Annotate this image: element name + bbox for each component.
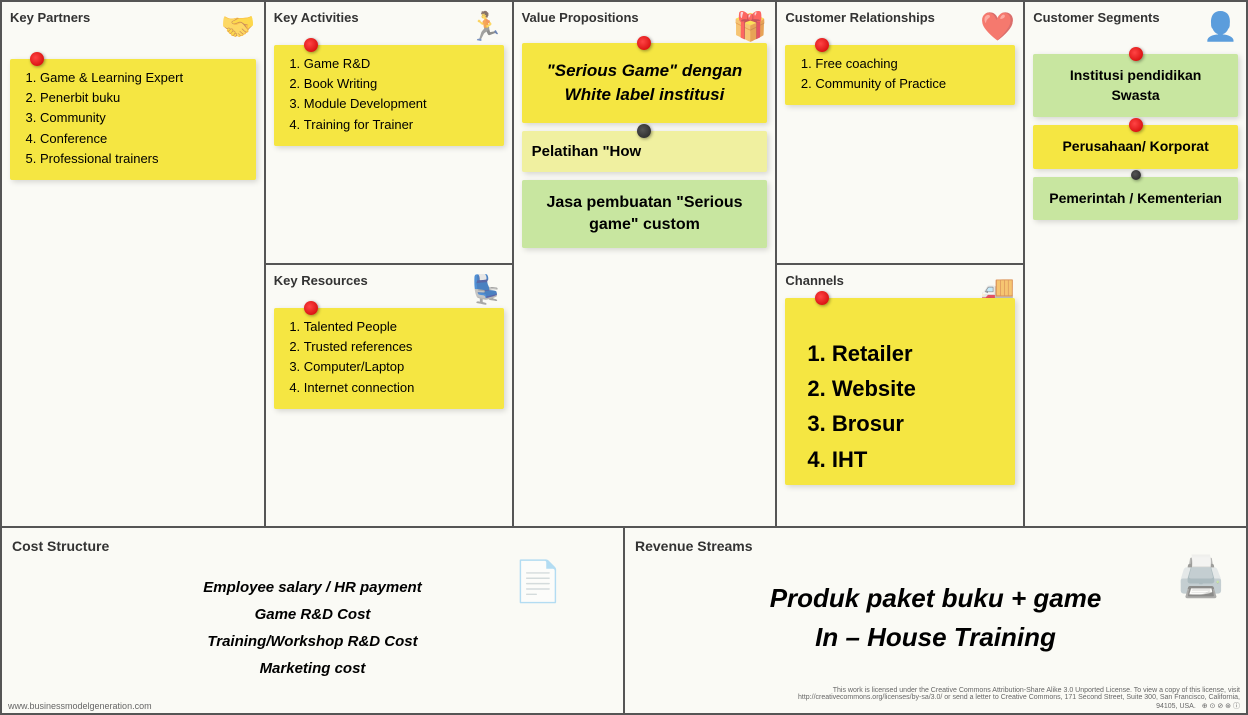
kr-item-1: Talented People	[304, 318, 492, 336]
cost-structure-cell: Cost Structure 📄 Employee salary / HR pa…	[2, 528, 625, 713]
cs-sticky1-wrapper: Institusi pendidikan Swasta	[1033, 54, 1238, 117]
pin-vp2	[637, 124, 651, 138]
key-activities-container: Key Activities 🏃 Game R&D Book Writing M…	[266, 2, 514, 526]
channels-list: 1. Retailer 2. Website 3. Brosur 4. IHT	[797, 336, 1003, 477]
cr-list: Free coaching Community of Practice	[797, 55, 1003, 93]
vp-sticky3-wrapper: Jasa pembuatan "Serious game" custom	[522, 180, 768, 249]
top-section: Key Partners 🤝 Game & Learning Expert Pe…	[2, 2, 1246, 528]
bottom-section: Cost Structure 📄 Employee salary / HR pa…	[2, 528, 1246, 713]
kp-item-4: Conference	[40, 130, 244, 148]
key-resources-icon: 💺	[469, 273, 504, 306]
cost-item-2: Game R&D Cost	[12, 601, 613, 628]
key-resources-list: Talented People Trusted references Compu…	[286, 318, 492, 397]
vp-sticky3: Jasa pembuatan "Serious game" custom	[522, 180, 768, 249]
ch-item-4: 4. IHT	[807, 442, 1003, 477]
vp-stickies: "Serious Game" dengan White label instit…	[522, 43, 768, 248]
pin-cs2	[1129, 118, 1143, 132]
vp-sticky1-wrapper: "Serious Game" dengan White label instit…	[522, 43, 768, 123]
kp-item-2: Penerbit buku	[40, 89, 244, 107]
kp-item-5: Professional trainers	[40, 150, 244, 168]
cs-sticky3: Pemerintah / Kementerian	[1033, 177, 1238, 221]
key-partners-title: Key Partners	[10, 10, 256, 25]
revenue-streams-title: Revenue Streams	[635, 538, 1236, 554]
footer-left: www.businessmodelgeneration.com	[8, 701, 152, 711]
footer-right: This work is licensed under the Creative…	[790, 687, 1240, 711]
pin-key-partners	[30, 52, 44, 66]
vp-sticky1: "Serious Game" dengan White label instit…	[522, 43, 768, 123]
channels-sticky-wrapper: 1. Retailer 2. Website 3. Brosur 4. IHT	[785, 298, 1015, 485]
ka-item-4: Training for Trainer	[304, 116, 492, 134]
kr-item-4: Internet connection	[304, 379, 492, 397]
cost-structure-title: Cost Structure	[12, 538, 613, 554]
revenue-items: Produk paket buku + game In – House Trai…	[635, 579, 1236, 657]
key-partners-cell: Key Partners 🤝 Game & Learning Expert Pe…	[2, 2, 266, 526]
value-propositions-cell: Value Propositions 🎁 "Serious Game" deng…	[514, 2, 778, 526]
customer-segments-cell: Customer Segments 👤 Institusi pendidikan…	[1025, 2, 1246, 526]
key-resources-sticky: Talented People Trusted references Compu…	[274, 308, 504, 409]
cr-sticky-wrapper: Free coaching Community of Practice	[785, 45, 1015, 105]
channels-sticky: 1. Retailer 2. Website 3. Brosur 4. IHT	[785, 298, 1015, 485]
footer-right-text: This work is licensed under the Creative…	[798, 687, 1240, 710]
pin-cs1	[1129, 47, 1143, 61]
ch-item-1: 1. Retailer	[807, 336, 1003, 371]
cr-item-2: Community of Practice	[815, 75, 1003, 93]
channels-cell: Channels 🚚 1. Retailer 2. Website 3. Bro…	[777, 265, 1023, 526]
value-propositions-title: Value Propositions	[522, 10, 768, 25]
pin-key-resources	[304, 301, 318, 315]
ch-item-3: 3. Brosur	[807, 406, 1003, 441]
key-resources-cell: Key Resources 💺 Talented People Trusted …	[266, 265, 512, 526]
key-activities-sticky: Game R&D Book Writing Module Development…	[274, 45, 504, 146]
key-partners-icon: 🤝	[221, 10, 256, 43]
key-activities-icon: 🏃	[469, 10, 504, 43]
revenue-item-1: Produk paket buku + game	[635, 579, 1236, 618]
key-activities-sticky-wrapper: Game R&D Book Writing Module Development…	[274, 45, 504, 146]
ka-item-3: Module Development	[304, 95, 492, 113]
cost-item-4: Marketing cost	[12, 655, 613, 682]
ka-item-1: Game R&D	[304, 55, 492, 73]
cost-icon: 📄	[513, 558, 563, 605]
revenue-item-2: In – House Training	[635, 618, 1236, 657]
revenue-streams-cell: Revenue Streams 🖨️ Produk paket buku + g…	[625, 528, 1246, 713]
key-partners-sticky-wrapper: Game & Learning Expert Penerbit buku Com…	[10, 59, 256, 180]
cs-icon: 👤	[1203, 10, 1238, 43]
key-partners-sticky: Game & Learning Expert Penerbit buku Com…	[10, 59, 256, 180]
key-partners-list: Game & Learning Expert Penerbit buku Com…	[22, 69, 244, 168]
cs-stickies: Institusi pendidikan Swasta Perusahaan/ …	[1033, 54, 1238, 220]
pin-vp1	[637, 36, 651, 50]
key-activities-cell: Key Activities 🏃 Game R&D Book Writing M…	[266, 2, 512, 265]
cr-sticky: Free coaching Community of Practice	[785, 45, 1015, 105]
cc-icons: ⊕ ⊙ ⊘ ⊛ ⓘ	[1202, 703, 1240, 710]
cs-sticky3-wrapper: Pemerintah / Kementerian	[1033, 177, 1238, 221]
kr-item-3: Computer/Laptop	[304, 358, 492, 376]
kp-item-1: Game & Learning Expert	[40, 69, 244, 87]
cr-channels-container: Customer Relationships ❤️ Free coaching …	[777, 2, 1025, 526]
cr-icon: ❤️	[980, 10, 1015, 43]
ch-item-2: 2. Website	[807, 371, 1003, 406]
key-resources-sticky-wrapper: Talented People Trusted references Compu…	[274, 308, 504, 409]
revenue-icon: 🖨️	[1176, 553, 1226, 600]
kp-item-3: Community	[40, 109, 244, 127]
value-propositions-icon: 🎁	[733, 10, 768, 43]
cs-sticky2-wrapper: Perusahaan/ Korporat	[1033, 125, 1238, 169]
kr-item-2: Trusted references	[304, 338, 492, 356]
pin-key-activities	[304, 38, 318, 52]
customer-relationships-cell: Customer Relationships ❤️ Free coaching …	[777, 2, 1023, 265]
ka-item-2: Book Writing	[304, 75, 492, 93]
vp-sticky2-wrapper: Pelatihan "How	[522, 131, 768, 172]
key-activities-list: Game R&D Book Writing Module Development…	[286, 55, 492, 134]
cs-sticky1: Institusi pendidikan Swasta	[1033, 54, 1238, 117]
pin-cs3	[1131, 170, 1141, 180]
cr-item-1: Free coaching	[815, 55, 1003, 73]
canvas-wrapper: Key Partners 🤝 Game & Learning Expert Pe…	[0, 0, 1248, 715]
cost-item-3: Training/Workshop R&D Cost	[12, 628, 613, 655]
